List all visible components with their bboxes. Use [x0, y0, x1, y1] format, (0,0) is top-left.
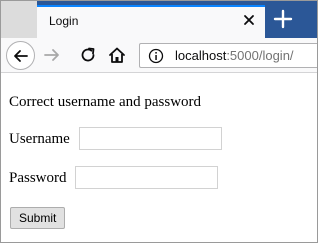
tab-login[interactable]: Login — [37, 5, 265, 38]
url-text[interactable]: localhost:5000/login/ — [175, 48, 294, 63]
tab-title: Login — [49, 14, 79, 28]
username-label: Username — [9, 131, 70, 147]
tab-active-indicator — [37, 5, 265, 7]
home-icon[interactable] — [108, 46, 126, 64]
username-field[interactable] — [79, 127, 222, 150]
info-icon[interactable] — [148, 48, 164, 64]
password-field[interactable] — [75, 166, 218, 189]
url-bar[interactable]: localhost:5000/login/ — [139, 43, 317, 68]
url-host: localhost — [175, 48, 227, 63]
navigation-bar: localhost:5000/login/ — [1, 38, 317, 73]
plus-icon[interactable] — [271, 7, 295, 31]
back-button[interactable] — [6, 41, 35, 70]
back-arrow-icon — [14, 50, 28, 62]
tab-strip-spacer — [1, 1, 37, 38]
status-message: Correct username and password — [9, 94, 202, 110]
submit-button[interactable]: Submit — [10, 207, 66, 229]
password-label: Password — [9, 170, 67, 186]
url-path: :5000/login/ — [226, 48, 294, 63]
tab-strip: Login — [1, 1, 317, 38]
reload-icon[interactable] — [79, 46, 97, 64]
close-icon[interactable] — [241, 12, 257, 28]
page-content: Correct username and password Username P… — [1, 74, 317, 242]
forward-arrow-icon[interactable] — [43, 46, 61, 64]
browser-window: Login localhost:5000/login/ Correct user… — [0, 0, 318, 243]
